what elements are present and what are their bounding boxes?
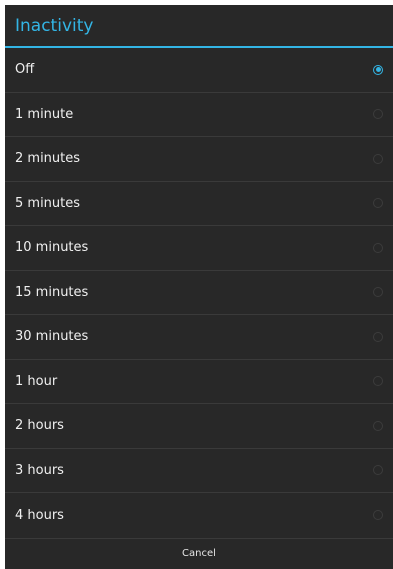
option-label: 5 minutes [15,195,81,211]
dialog-footer: Cancel [5,537,393,569]
option-label: 2 minutes [15,151,81,167]
inactivity-dialog: Inactivity Off 1 minute 2 minutes 5 minu… [5,5,393,569]
radio-button[interactable] [373,109,383,120]
option-label: 2 hours [15,418,64,434]
option-3-hours[interactable]: 3 hours [5,449,393,493]
radio-button[interactable] [373,510,383,521]
option-15-minutes[interactable]: 15 minutes [5,271,393,315]
option-label: 1 minute [15,106,74,122]
option-10-minutes[interactable]: 10 minutes [5,226,393,271]
dialog-header: Inactivity [5,5,393,48]
radio-button[interactable] [373,465,383,476]
radio-button[interactable] [373,242,383,253]
option-1-minute[interactable]: 1 minute [5,93,393,137]
option-label: 4 hours [15,507,64,523]
dialog-title: Inactivity [15,15,94,36]
radio-button[interactable] [373,64,383,75]
option-4-hours[interactable]: 4 hours [5,493,393,538]
option-5-minutes[interactable]: 5 minutes [5,182,393,226]
option-label: Off [15,62,35,78]
radio-button[interactable] [373,153,383,164]
option-label: 15 minutes [15,284,89,300]
radio-button[interactable] [373,287,383,298]
radio-button[interactable] [373,376,383,387]
option-label: 10 minutes [15,240,89,256]
option-list: Off 1 minute 2 minutes 5 minutes 10 minu… [5,48,393,538]
option-label: 1 hour [15,373,58,389]
option-30-minutes[interactable]: 30 minutes [5,315,393,360]
option-label: 3 hours [15,462,64,478]
cancel-button[interactable]: Cancel [176,547,222,560]
option-label: 30 minutes [15,329,89,345]
radio-button[interactable] [373,331,383,342]
radio-button[interactable] [373,420,383,431]
option-2-minutes[interactable]: 2 minutes [5,137,393,182]
option-2-hours[interactable]: 2 hours [5,404,393,449]
radio-button[interactable] [373,198,383,209]
option-off[interactable]: Off [5,48,393,93]
option-1-hour[interactable]: 1 hour [5,360,393,404]
